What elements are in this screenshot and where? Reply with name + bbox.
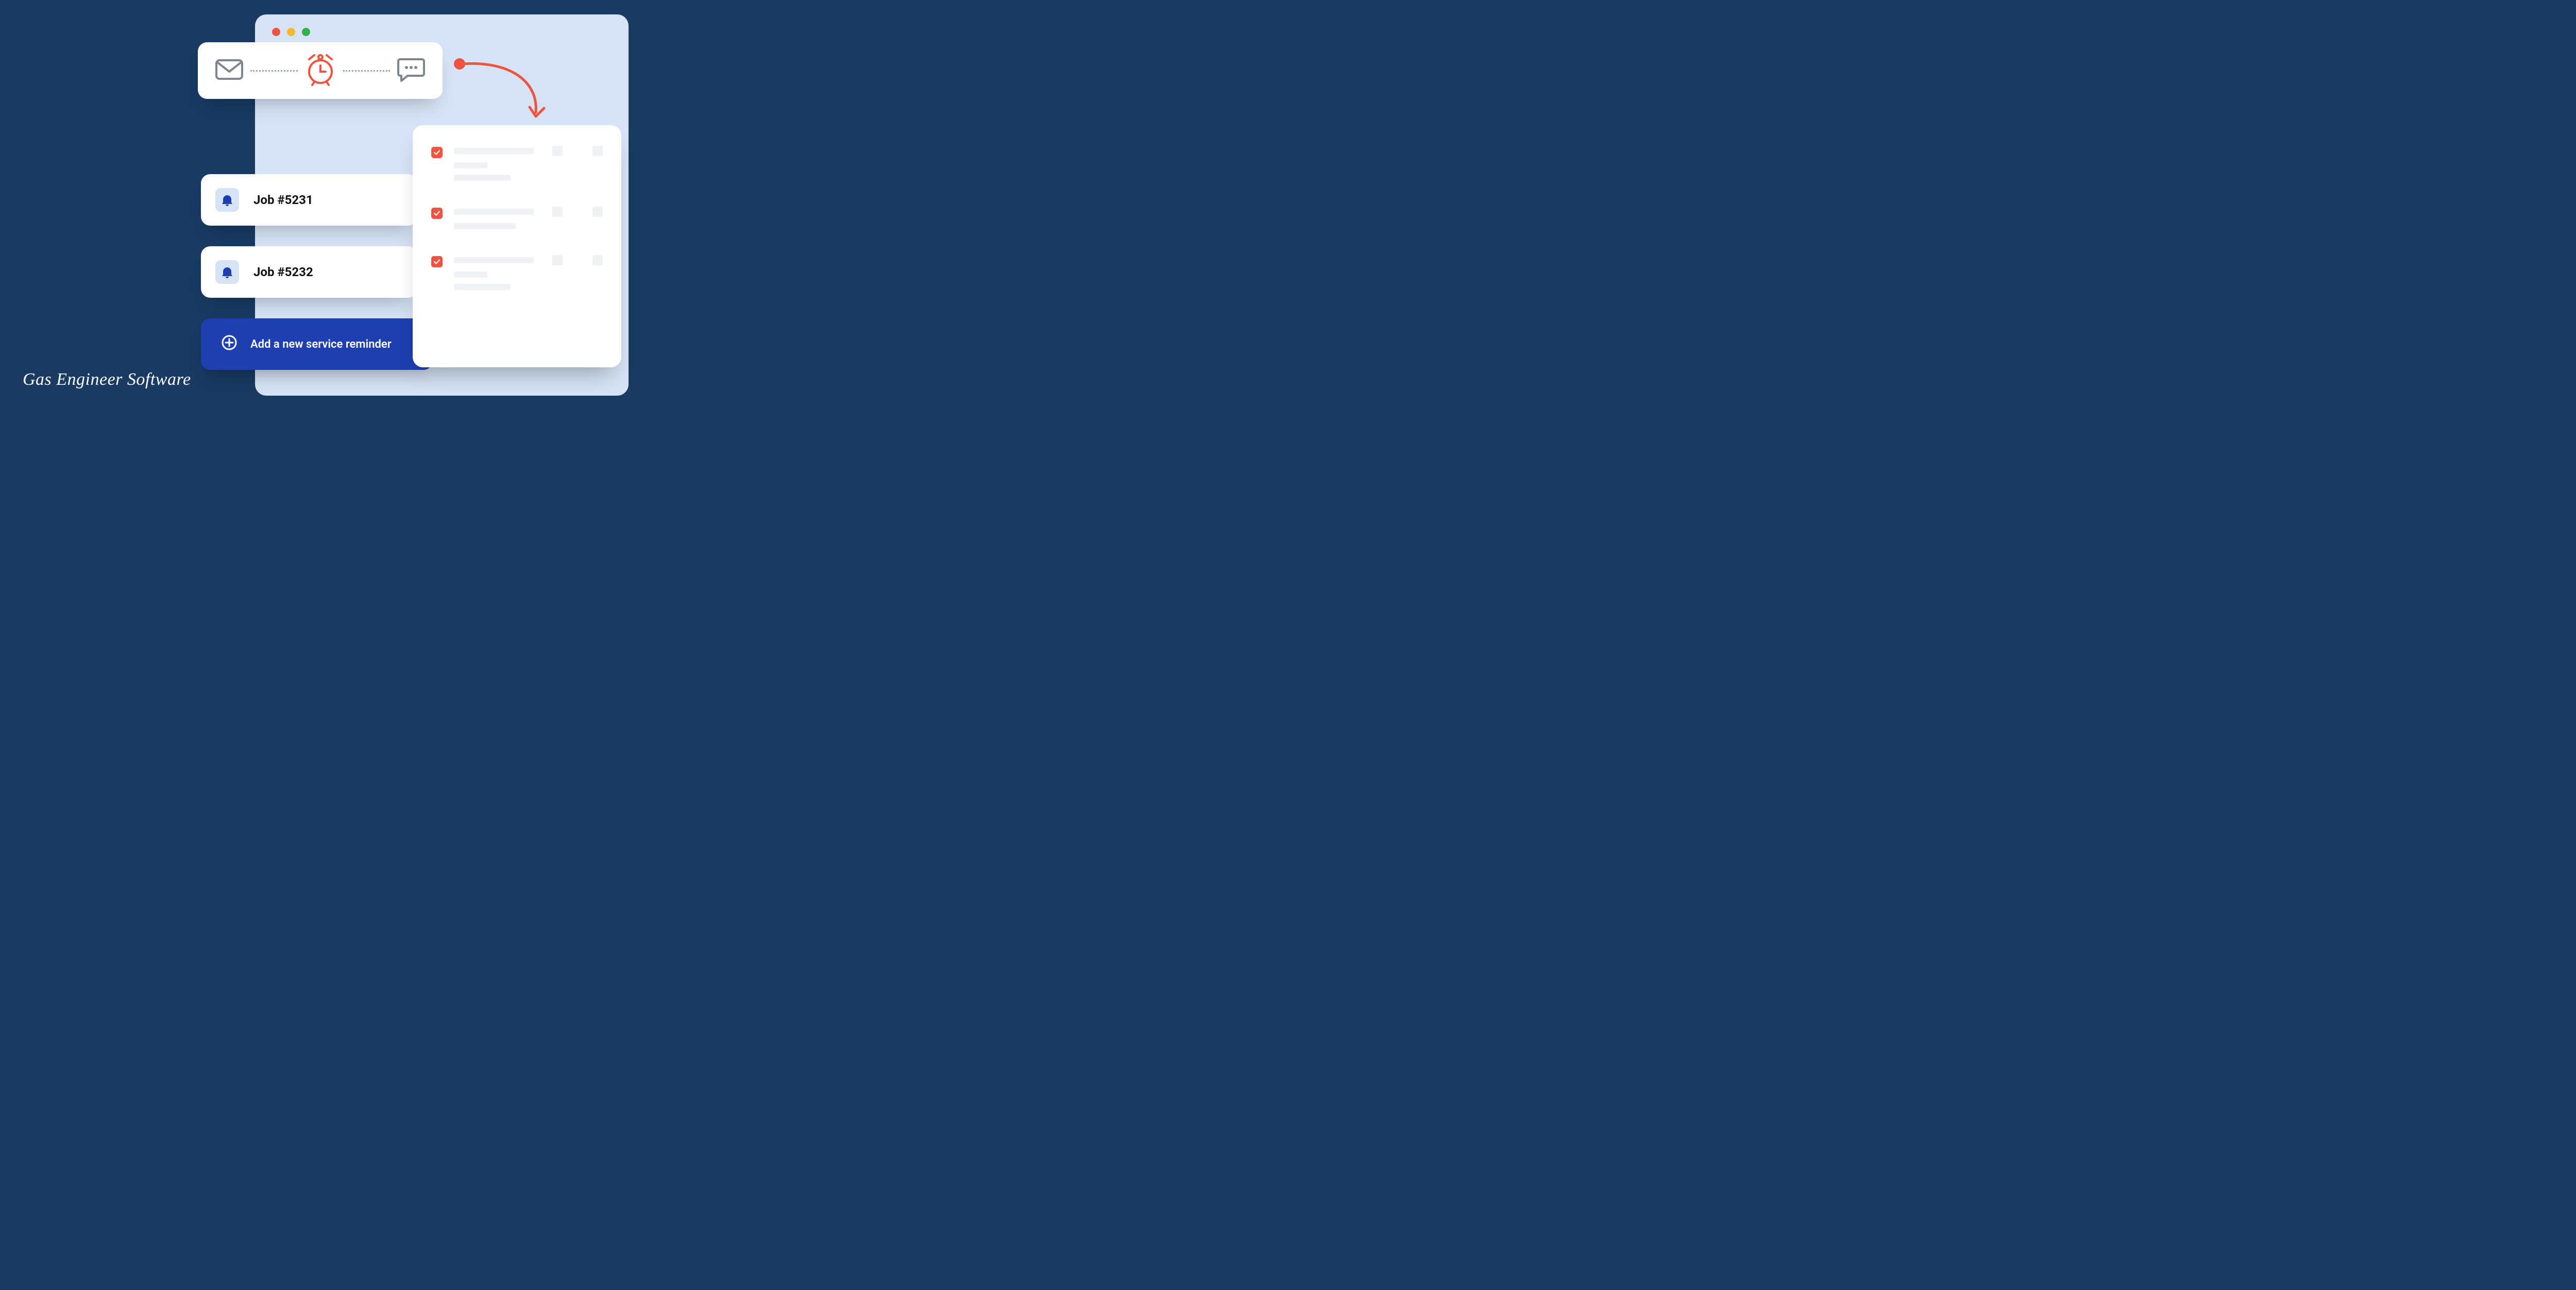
close-icon[interactable] [272, 28, 280, 36]
mail-icon [215, 59, 243, 82]
checkbox-checked-icon[interactable] [431, 208, 443, 219]
brand-label: Gas Engineer Software [23, 370, 191, 389]
checkbox-checked-icon[interactable] [431, 147, 443, 158]
flow-connector [250, 70, 298, 72]
maximize-icon[interactable] [302, 28, 310, 36]
plus-circle-icon [222, 335, 237, 353]
checklist-item[interactable] [431, 207, 603, 229]
minimize-icon[interactable] [287, 28, 295, 36]
job-card[interactable]: Job #5232 [201, 246, 417, 298]
add-service-reminder-button[interactable]: Add a new service reminder [201, 318, 433, 370]
checklist-panel [413, 125, 621, 367]
checklist-item[interactable] [431, 255, 603, 290]
checklist-placeholder-lines [454, 207, 603, 229]
bell-icon [215, 188, 239, 212]
chat-icon [397, 57, 425, 84]
job-label: Job #5232 [253, 265, 313, 279]
checklist-item[interactable] [431, 146, 603, 181]
flow-card [198, 42, 443, 99]
window-traffic-lights [272, 28, 310, 36]
bell-icon [215, 260, 239, 284]
alarm-clock-icon [305, 53, 336, 88]
checklist-placeholder-lines [454, 255, 603, 290]
job-card[interactable]: Job #5231 [201, 174, 417, 226]
checklist-placeholder-lines [454, 146, 603, 181]
add-button-label: Add a new service reminder [250, 338, 392, 351]
flow-connector [343, 70, 391, 72]
checkbox-checked-icon[interactable] [431, 256, 443, 267]
job-label: Job #5231 [253, 193, 313, 207]
